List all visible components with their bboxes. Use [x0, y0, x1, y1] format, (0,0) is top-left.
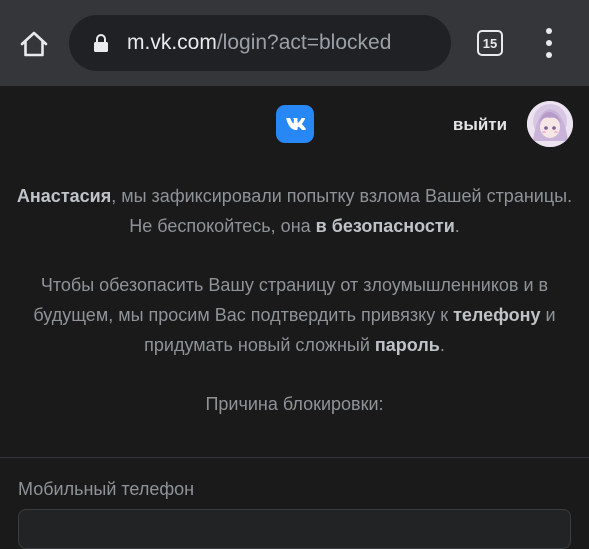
home-icon: [20, 31, 48, 57]
url-host: m.vk.com: [127, 31, 217, 54]
url-text[interactable]: m.vk.com/login?act=blocked: [127, 15, 391, 71]
more-vert-icon[interactable]: [536, 27, 562, 59]
password-emphasis: пароль: [374, 335, 440, 355]
blocked-message: Анастасия, мы зафиксировали попытку взло…: [14, 181, 575, 419]
address-bar[interactable]: m.vk.com/login?act=blocked: [69, 15, 451, 71]
phone-input[interactable]: [18, 509, 571, 549]
home-button[interactable]: [14, 26, 54, 62]
tab-switcher-button[interactable]: 15: [477, 30, 503, 56]
instructions-text: Чтобы обезопасить Вашу страницу от злоум…: [33, 275, 556, 355]
phone-emphasis: телефону: [453, 305, 541, 325]
user-name: Анастасия: [16, 186, 112, 206]
avatar[interactable]: [527, 101, 573, 147]
browser-toolbar: m.vk.com/login?act=blocked 15: [0, 0, 589, 86]
url-path: /login?act=blocked: [216, 31, 392, 54]
vk-logo-icon: [286, 118, 306, 130]
logout-link[interactable]: выйти: [440, 113, 520, 137]
hack-attempt-text: Анастасия, мы зафиксировали попытку взло…: [16, 186, 573, 206]
vk-logo[interactable]: [276, 105, 314, 143]
block-reason-label: Причина блокировки:: [205, 394, 384, 414]
phone-field-label: Мобильный телефон: [18, 479, 195, 499]
lock-icon: [94, 34, 108, 52]
divider: [0, 457, 589, 458]
safety-text: Не беспокойтесь, она в безопасности.: [129, 216, 460, 236]
safe-emphasis: в безопасности: [315, 216, 455, 236]
avatar-image: [527, 101, 573, 147]
